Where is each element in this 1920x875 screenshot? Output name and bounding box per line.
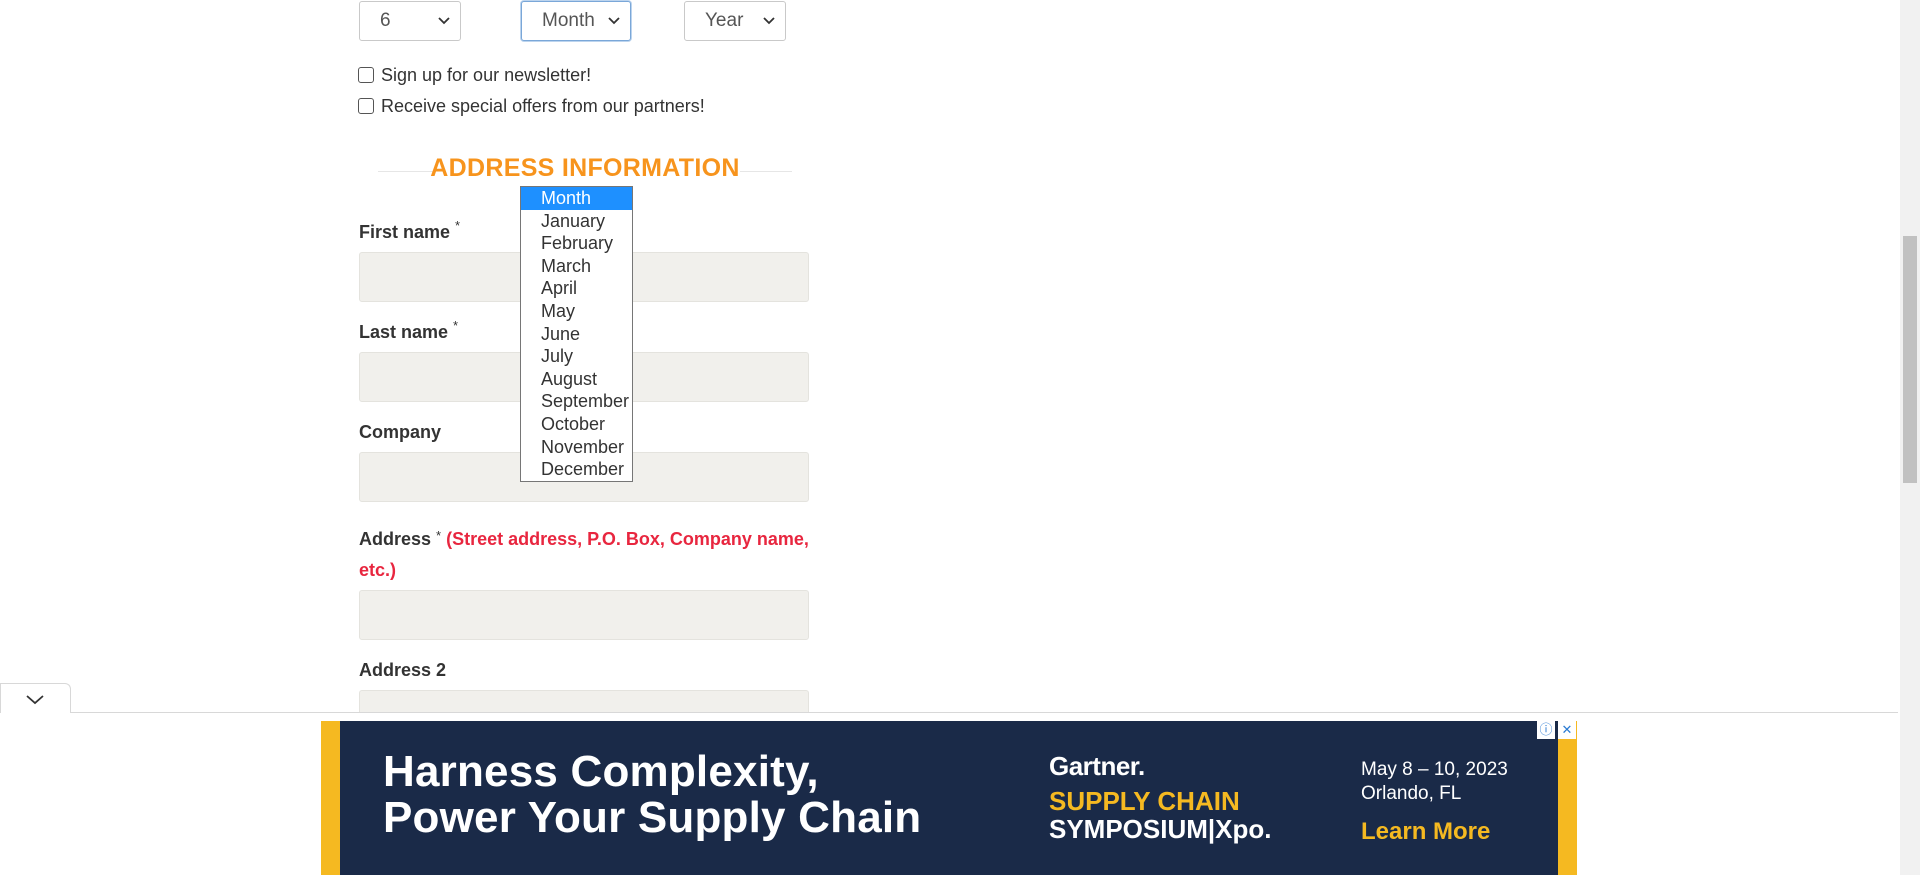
address-field[interactable] (359, 590, 809, 640)
month-option[interactable]: December (521, 458, 632, 481)
chevron-down-icon (608, 17, 620, 25)
section-title: ADDRESS INFORMATION (430, 154, 740, 182)
month-option[interactable]: July (521, 345, 632, 368)
required-mark: * (453, 318, 459, 333)
ad-learn-more-link[interactable]: Learn More (1361, 818, 1490, 846)
ad-event-subtitle: SYMPOSIUM|Xpo. (1049, 814, 1272, 844)
collapse-ad-tab[interactable] (0, 683, 71, 713)
newsletter-checkbox-row[interactable]: Sign up for our newsletter! (358, 63, 591, 87)
month-option[interactable]: March (521, 255, 632, 278)
month-option[interactable]: June (521, 323, 632, 346)
ad-location: Orlando, FL (1361, 783, 1462, 804)
ad-stripe-left (321, 721, 340, 875)
month-option[interactable]: Month (521, 187, 632, 210)
offers-label: Receive special offers from our partners… (381, 95, 705, 116)
required-mark: * (436, 528, 442, 543)
month-option[interactable]: August (521, 368, 632, 391)
ad-headline-line-1: Harness Complexity, (383, 747, 819, 796)
address-label: Address * (Street address, P.O. Box, Comp… (359, 524, 819, 586)
month-option[interactable]: January (521, 210, 632, 233)
required-mark: * (455, 218, 461, 233)
offers-checkbox-row[interactable]: Receive special offers from our partners… (358, 94, 705, 118)
month-option[interactable]: May (521, 300, 632, 323)
last-name-label: Last name * (359, 318, 458, 343)
chevron-down-icon (438, 17, 450, 25)
month-select-value: Month (542, 10, 595, 31)
offers-checkbox[interactable] (358, 98, 374, 114)
month-option[interactable]: November (521, 436, 632, 459)
company-label: Company (359, 422, 442, 442)
ad-close-icon[interactable]: ✕ (1558, 721, 1576, 739)
year-select-value: Year (705, 10, 744, 31)
month-option[interactable]: September (521, 390, 632, 413)
ad-event-name: SUPPLY CHAIN (1049, 786, 1240, 816)
chevron-down-icon (763, 17, 775, 25)
ad-date: May 8 – 10, 2023 (1361, 759, 1508, 780)
ad-headline: Harness Complexity, Power Your Supply Ch… (383, 749, 921, 841)
ad-banner[interactable]: Harness Complexity, Power Your Supply Ch… (321, 721, 1577, 875)
month-option[interactable]: February (521, 232, 632, 255)
address2-label: Address 2 (359, 660, 447, 680)
month-dropdown-list[interactable]: Month January February March April May June Jul… (520, 186, 633, 482)
day-select[interactable]: 6 (359, 1, 461, 41)
page-scrollbar[interactable] (1900, 0, 1920, 875)
address2-field[interactable] (359, 690, 809, 712)
year-select[interactable]: Year (684, 1, 786, 41)
day-select-value: 6 (380, 10, 391, 31)
ad-headline-line-2: Power Your Supply Chain (383, 793, 922, 842)
first-name-label-text: First name (359, 222, 451, 242)
address-label-text: Address (359, 529, 432, 549)
ad-bar-divider (0, 712, 1898, 713)
newsletter-checkbox[interactable] (358, 67, 374, 83)
first-name-label: First name * (359, 218, 460, 243)
newsletter-label: Sign up for our newsletter! (381, 64, 592, 85)
page-scrollbar-thumb[interactable] (1903, 236, 1917, 483)
last-name-label-text: Last name (359, 322, 449, 342)
month-option[interactable]: April (521, 277, 632, 300)
ad-info-icon[interactable]: ⓘ (1537, 721, 1555, 739)
month-option[interactable]: October (521, 413, 632, 436)
ad-brand-logo: Gartner. (1049, 751, 1145, 781)
chevron-down-icon (26, 695, 44, 705)
ad-stripe-right (1558, 721, 1577, 875)
month-select[interactable]: Month (521, 1, 631, 41)
